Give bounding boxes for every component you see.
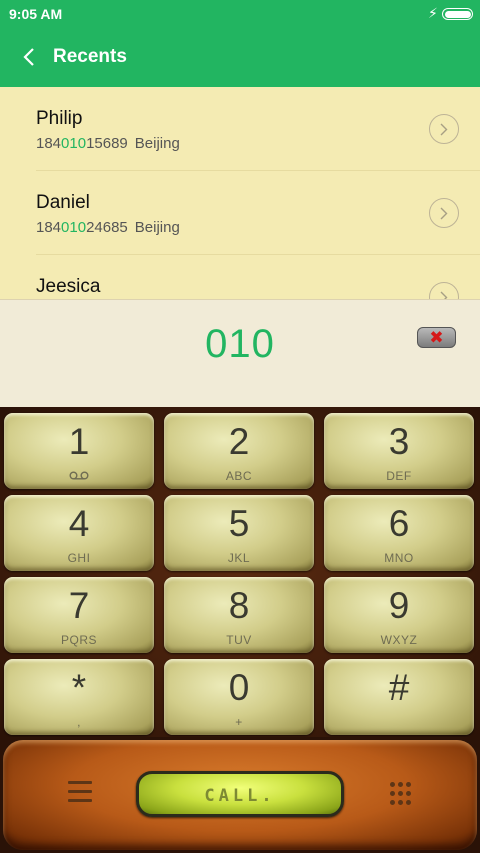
chevron-right-circle-icon xyxy=(440,123,448,135)
contact-name: Philip xyxy=(36,108,83,129)
key-letters: WXYZ xyxy=(380,633,418,647)
key-7[interactable]: 7 PQRS xyxy=(4,577,154,653)
key-digit: 9 xyxy=(388,585,410,626)
key-star[interactable]: * , xyxy=(4,659,154,735)
key-digit: 2 xyxy=(228,421,250,462)
key-digit: 7 xyxy=(68,585,90,626)
recent-contact-row[interactable]: Philip 18401015689 Beijing xyxy=(0,87,480,171)
key-3[interactable]: 3 DEF xyxy=(324,413,474,489)
contact-details-button[interactable] xyxy=(429,114,459,144)
number-prefix: 184 xyxy=(36,219,62,236)
key-digit: 1 xyxy=(68,421,90,462)
back-button[interactable] xyxy=(14,40,44,74)
key-letters: JKL xyxy=(227,551,251,565)
chevron-right-circle-icon xyxy=(440,207,448,219)
contact-name: Daniel xyxy=(36,192,90,213)
key-letters: TUV xyxy=(226,633,252,647)
call-bar: CALL. xyxy=(0,737,480,853)
number-prefix: 184 xyxy=(36,135,62,152)
contact-name: Jeesica xyxy=(36,276,101,297)
key-digit: 8 xyxy=(228,585,250,626)
dialer-display: 010 ✖ xyxy=(0,299,480,407)
number-match-highlight: 010 xyxy=(61,135,87,152)
key-letters: + xyxy=(235,715,243,729)
menu-icon[interactable] xyxy=(68,781,92,803)
key-digit: # xyxy=(388,667,410,708)
key-letters: MNO xyxy=(384,551,414,565)
key-letters: PQRS xyxy=(60,633,97,647)
key-4[interactable]: 4 GHI xyxy=(4,495,154,571)
app-bar: Recents xyxy=(0,28,480,87)
contact-location: Beijing xyxy=(134,135,180,152)
recents-list[interactable]: Philip 18401015689 Beijing Daniel 1840102… xyxy=(0,87,480,299)
key-digit: 5 xyxy=(228,503,250,544)
call-button[interactable]: CALL. xyxy=(136,771,344,817)
key-5[interactable]: 5 JKL xyxy=(164,495,314,571)
status-bar: 9:05 AM ⚡ xyxy=(0,0,480,28)
backspace-x-icon: ✖ xyxy=(429,328,444,347)
key-6[interactable]: 6 MNO xyxy=(324,495,474,571)
dialpad-icon[interactable] xyxy=(388,782,412,806)
key-letters: , xyxy=(77,715,81,729)
chevron-left-icon xyxy=(23,48,34,66)
number-match-highlight: 010 xyxy=(61,219,87,236)
key-digit: 4 xyxy=(68,503,90,544)
charging-icon: ⚡ xyxy=(428,5,438,21)
battery-icon xyxy=(442,8,473,20)
contact-details-button[interactable] xyxy=(429,198,459,228)
delete-button[interactable]: ✖ xyxy=(417,327,456,348)
typed-number: 010 xyxy=(205,322,275,366)
contact-details-button[interactable] xyxy=(429,282,459,299)
recent-contact-row[interactable]: Jeesica xyxy=(0,255,480,299)
chevron-right-circle-icon xyxy=(440,291,448,299)
page-title: Recents xyxy=(53,46,127,67)
key-2[interactable]: 2 ABC xyxy=(164,413,314,489)
key-digit: 6 xyxy=(388,503,410,544)
key-1[interactable]: 1 xyxy=(4,413,154,489)
number-suffix: 15689 xyxy=(86,135,128,152)
key-letters: GHI xyxy=(67,551,91,565)
voicemail-icon xyxy=(69,471,89,480)
recent-contact-row[interactable]: Daniel 18401024685 Beijing xyxy=(0,171,480,255)
key-0[interactable]: 0 + xyxy=(164,659,314,735)
key-digit: 0 xyxy=(228,667,250,708)
key-digit: 3 xyxy=(388,421,410,462)
key-letters: DEF xyxy=(386,469,412,483)
key-letters: ABC xyxy=(225,469,253,483)
call-button-label: CALL. xyxy=(204,786,276,806)
dialpad: 1 2 ABC 3 DEF 4 GHI 5 JKL 6 MNO 7 PQRS 8… xyxy=(0,407,480,737)
key-9[interactable]: 9 WXYZ xyxy=(324,577,474,653)
key-8[interactable]: 8 TUV xyxy=(164,577,314,653)
contact-location: Beijing xyxy=(134,219,180,236)
number-suffix: 24685 xyxy=(86,219,128,236)
key-digit: * xyxy=(71,667,87,708)
contact-number-detail: 18401024685 Beijing xyxy=(36,219,180,236)
contact-number-detail: 18401015689 Beijing xyxy=(36,135,180,152)
key-hash[interactable]: # xyxy=(324,659,474,735)
status-time: 9:05 AM xyxy=(9,6,63,22)
